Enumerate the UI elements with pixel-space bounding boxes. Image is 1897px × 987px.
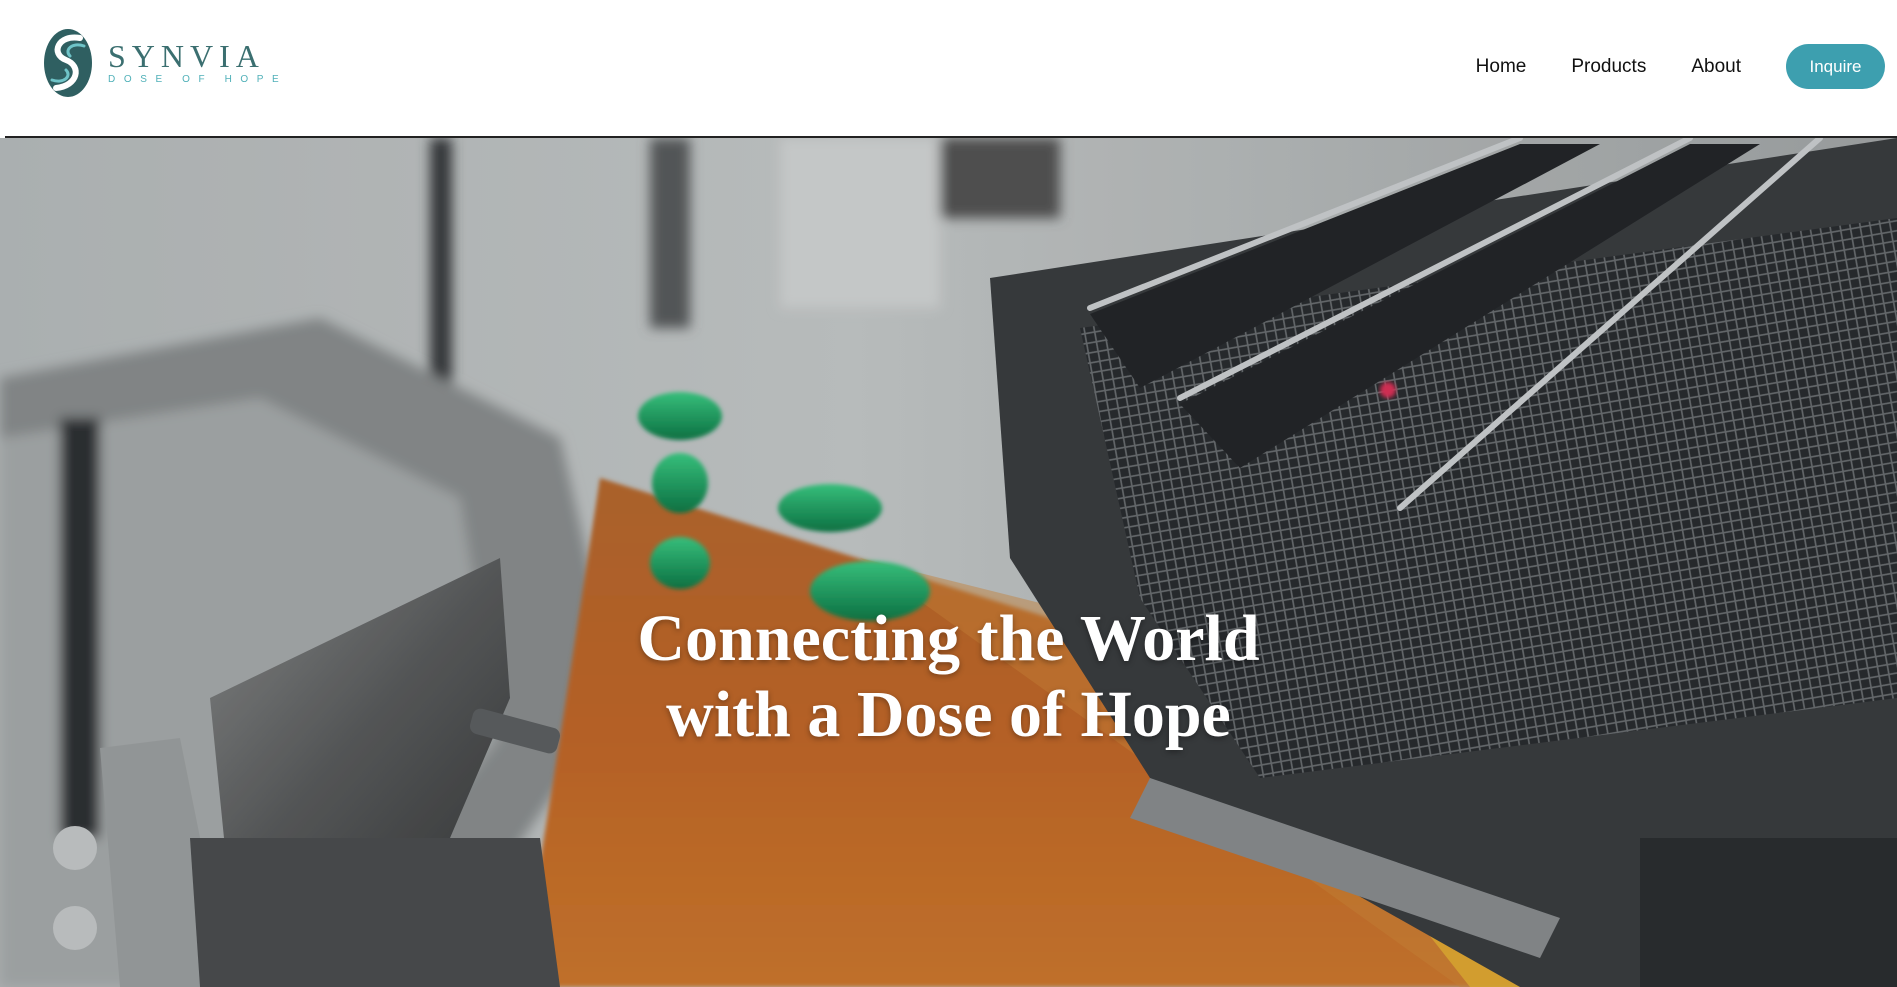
main-nav: Home Products About Inquire	[1476, 44, 1885, 89]
brand-tagline: DOSE OF HOPE	[108, 73, 288, 85]
hero-title-line-2: with a Dose of Hope	[666, 678, 1231, 751]
nav-home[interactable]: Home	[1476, 56, 1527, 78]
nav-about[interactable]: About	[1691, 56, 1741, 78]
nav-products[interactable]: Products	[1571, 56, 1646, 78]
hero-section: Connecting the World with a Dose of Hope	[0, 138, 1897, 987]
brand-logo[interactable]: SYNVIA DOSE OF HOPE	[38, 24, 287, 102]
hero-title: Connecting the World with a Dose of Hope	[0, 601, 1897, 753]
hero-title-line-1: Connecting the World	[637, 602, 1260, 675]
synvia-logo-icon	[44, 29, 92, 97]
site-header: SYNVIA DOSE OF HOPE Home Products About …	[0, 0, 1897, 136]
brand-name: SYNVIA	[108, 37, 265, 74]
inquire-button[interactable]: Inquire	[1786, 44, 1885, 89]
hero-background-image	[0, 138, 1897, 987]
